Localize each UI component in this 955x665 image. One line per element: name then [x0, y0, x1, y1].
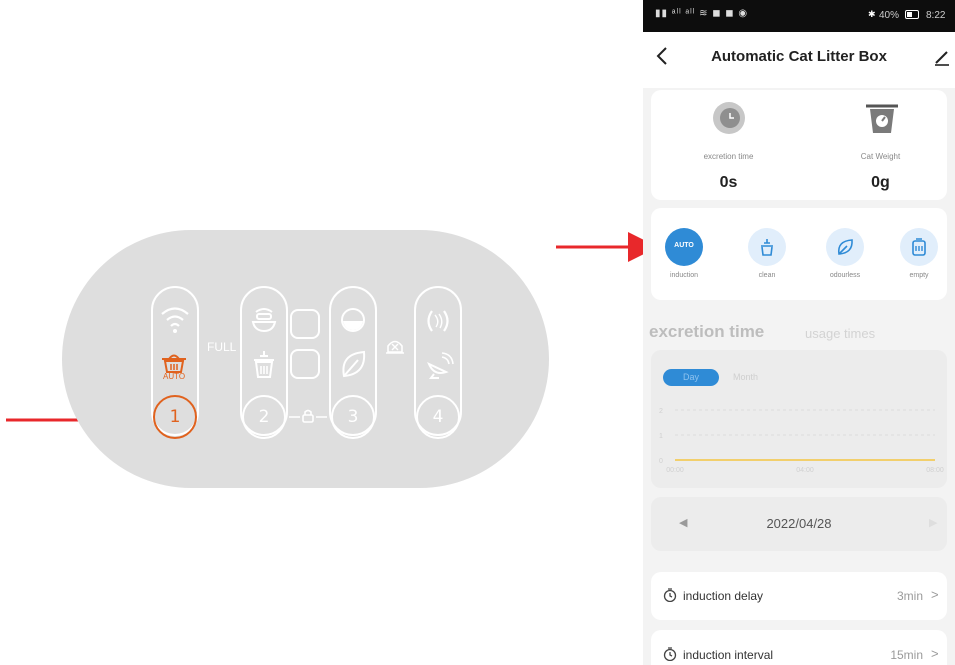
wifi-icon — [161, 307, 189, 333]
timer-icon — [663, 588, 677, 602]
auto-label: AUTO — [163, 372, 186, 381]
cat-bowl-icon — [251, 308, 277, 333]
setting-row-induction-delay[interactable]: induction delay 3min > — [651, 572, 947, 620]
indicator-square-bottom — [290, 349, 320, 379]
tab-usage-times[interactable]: usage times — [805, 326, 875, 341]
cat-weight-value: 0g — [871, 174, 890, 191]
odourless-label: odourless — [829, 272, 861, 279]
excretion-chart: 2 1 000:00 04:00 08:00 — [659, 408, 944, 474]
phone-screen: ▮▮ ᵃˡˡ ᵃˡˡ ≋ ◼ ◼ ◉ ✱ 40% 8:22 Automatic … — [643, 0, 955, 665]
chart-y-tick: 2 — [659, 408, 663, 415]
clean-icon — [761, 239, 773, 256]
satellite-dish-icon — [427, 352, 454, 379]
indicator-square-top — [290, 309, 320, 339]
empty-label: empty — [909, 272, 929, 279]
bin-icon — [912, 238, 926, 256]
empty-mode-button[interactable] — [900, 228, 938, 266]
timer-icon — [663, 647, 677, 661]
child-lock-icon — [289, 409, 327, 423]
chart-x-tick: 08:00 — [926, 467, 944, 474]
clean-basket-icon — [254, 351, 274, 378]
chart-x-tick: 00:00 — [666, 467, 684, 474]
clean-label: clean — [758, 272, 776, 279]
nav-bar: Automatic Cat Litter Box — [643, 32, 955, 88]
device-control-panel: AUTO 1 FULL 2 3 4 — [62, 230, 549, 488]
excretion-time-label: excretion time — [703, 152, 754, 161]
chart-y-tick: 1 — [659, 433, 663, 440]
clock-icon — [713, 102, 745, 134]
page-title: Automatic Cat Litter Box — [711, 48, 887, 65]
alarm-icon — [386, 340, 404, 354]
mode-card: AUTO induction clean odourless empty — [651, 208, 947, 300]
setting-row-induction-interval[interactable]: induction interval 15min > — [651, 630, 947, 665]
next-date-icon[interactable]: ▶ — [929, 516, 937, 529]
odourless-mode-button[interactable] — [826, 228, 864, 266]
chevron-right-icon: > — [931, 587, 939, 602]
status-bar: ▮▮ ᵃˡˡ ᵃˡˡ ≋ ◼ ◼ ◉ ✱ 40% 8:22 — [643, 0, 955, 32]
leaf-icon — [342, 350, 366, 378]
chart-card: Day Month 2 1 0 00:00 04:00 08:00 — [651, 350, 947, 488]
half-circle-icon — [341, 308, 365, 332]
setting-label: induction delay — [683, 589, 764, 603]
induction-mode-button[interactable]: AUTO — [665, 228, 703, 266]
bluetooth-icon: ✱ — [868, 9, 876, 19]
leaf-mode-icon — [837, 239, 853, 255]
cat-weight-label: Cat Weight — [860, 152, 901, 161]
panel-button-2[interactable]: 2 — [242, 395, 286, 439]
current-date: 2022/04/28 — [766, 516, 832, 531]
litter-basket-icon — [162, 354, 186, 373]
excretion-time-value: 0s — [719, 174, 738, 191]
battery-icon — [905, 10, 919, 19]
chart-x-tick: 04:00 — [796, 467, 814, 474]
setting-value: 3min — [896, 589, 923, 603]
tab-excretion-time[interactable]: excretion time — [649, 322, 764, 342]
date-selector: ◀ 2022/04/28 ▶ — [651, 497, 947, 551]
scale-icon — [866, 104, 898, 133]
clean-mode-button[interactable] — [748, 228, 786, 266]
chevron-right-icon: > — [931, 646, 939, 661]
induction-label: induction — [669, 272, 699, 279]
auto-badge: AUTO — [674, 242, 694, 249]
panel-button-1[interactable]: 1 — [153, 395, 197, 439]
panel-button-3[interactable]: 3 — [331, 395, 375, 439]
battery-percent: 40% — [879, 10, 900, 21]
range-tab-month[interactable]: Month — [733, 372, 758, 382]
setting-value: 15min — [890, 648, 923, 662]
stats-card: excretion time 0s Cat Weight 0g — [651, 90, 947, 200]
edit-icon[interactable] — [933, 48, 951, 66]
status-time: 8:22 — [926, 10, 946, 21]
full-label: FULL — [207, 340, 237, 354]
signal-icons: ▮▮ ᵃˡˡ ᵃˡˡ ≋ ◼ ◼ ◉ — [655, 8, 749, 19]
panel-button-4[interactable]: 4 — [416, 395, 460, 439]
range-tab-day[interactable]: Day — [663, 369, 719, 386]
setting-label: induction interval — [683, 648, 774, 662]
spin-icon — [427, 310, 449, 332]
chart-y-tick: 0 — [659, 458, 663, 465]
